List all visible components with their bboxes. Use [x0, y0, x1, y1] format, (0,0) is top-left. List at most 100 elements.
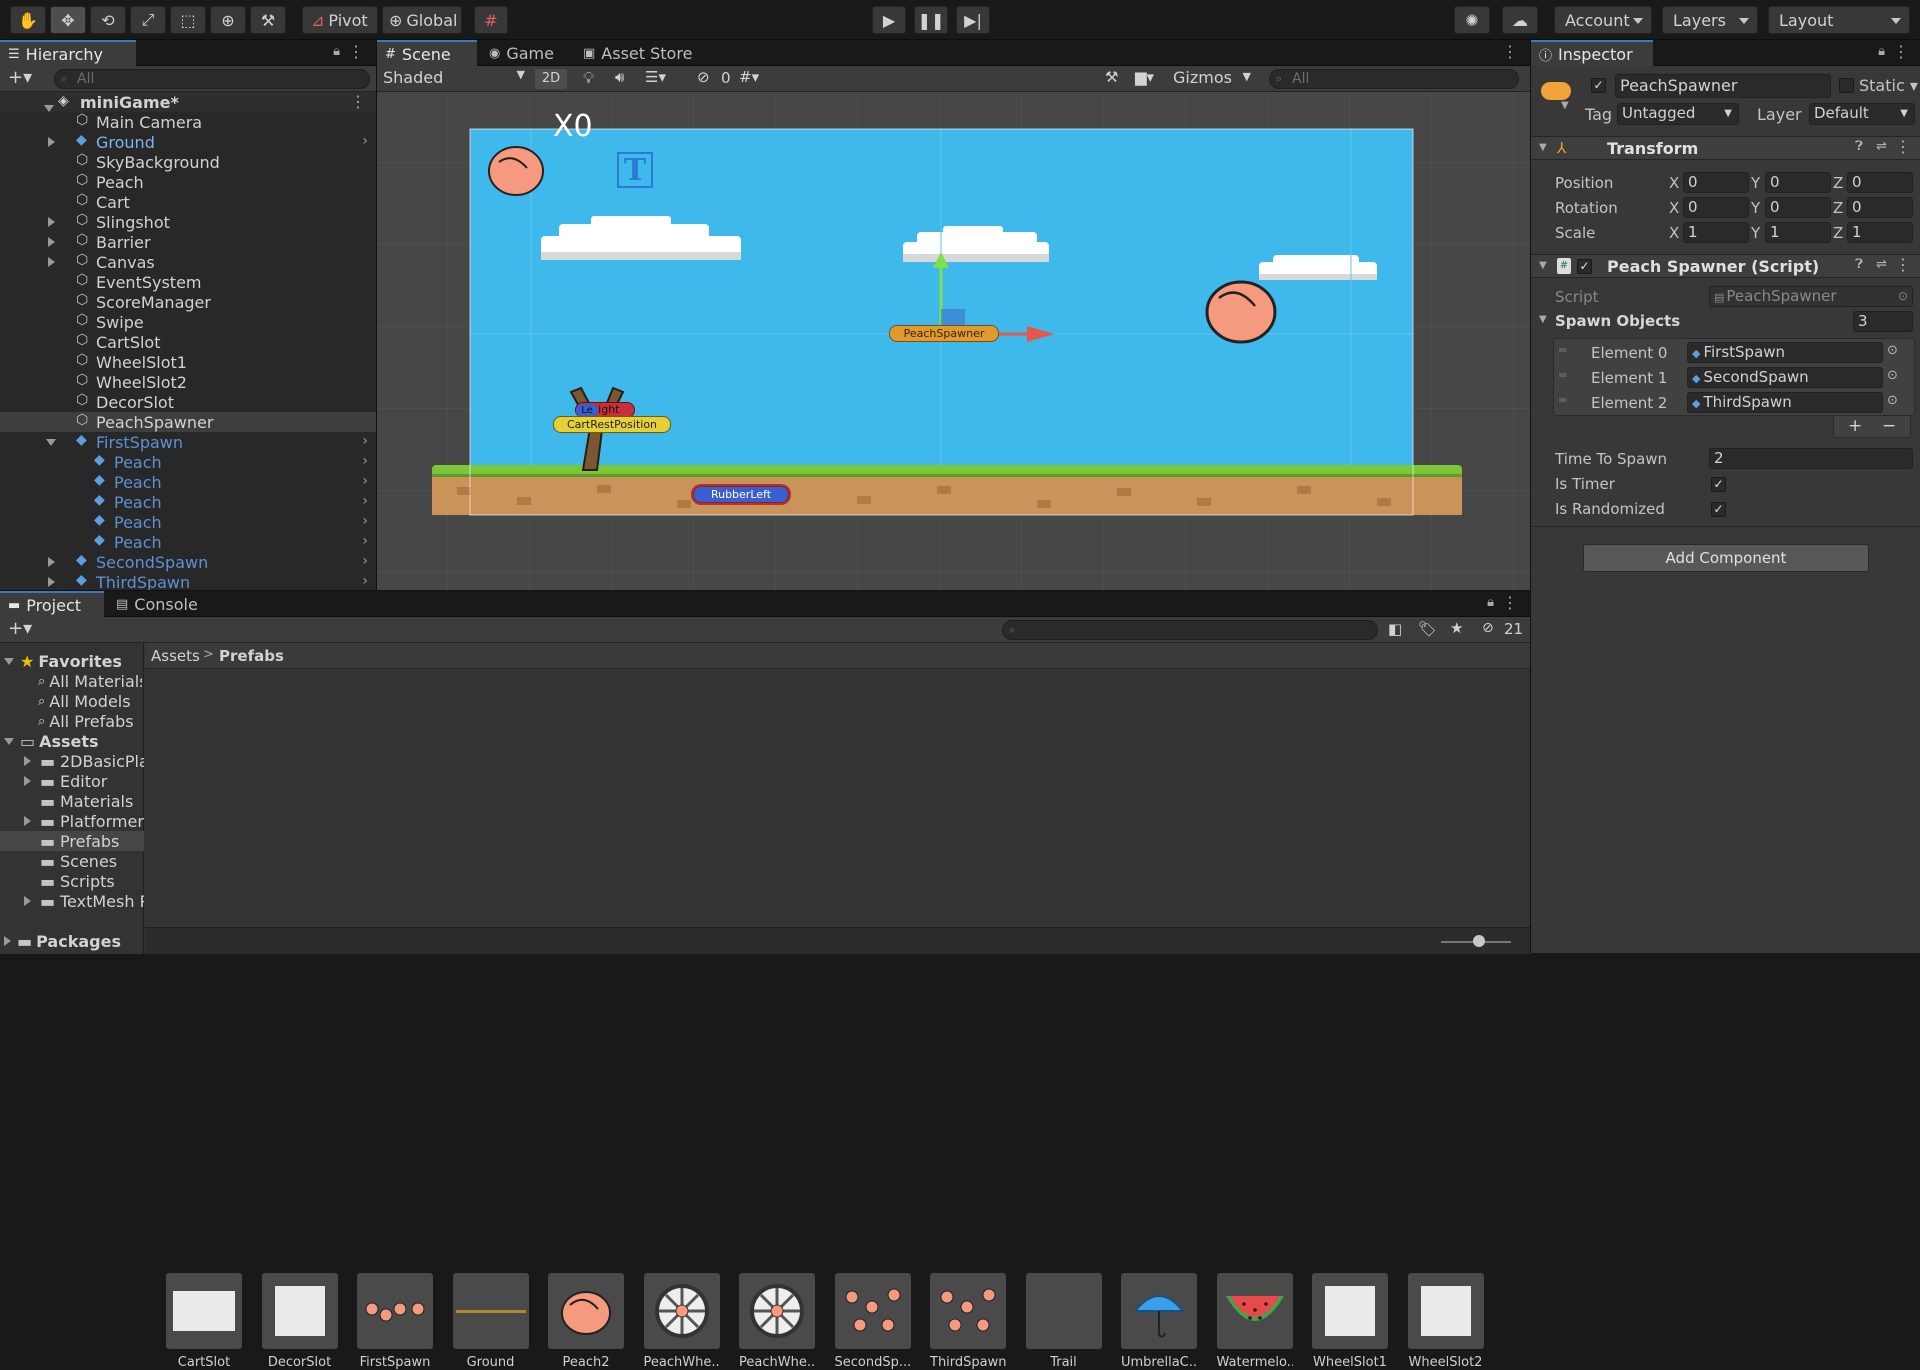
open-prefab-chevron-icon[interactable]: ›: [362, 573, 368, 589]
expand-arrow-icon[interactable]: [48, 137, 55, 147]
open-prefab-chevron-icon[interactable]: ›: [362, 133, 368, 149]
scene-search[interactable]: ⌕ All: [1269, 69, 1519, 89]
play-button[interactable]: ▶: [872, 6, 906, 34]
help-icon[interactable]: ❓︎: [1855, 139, 1863, 154]
tab-project[interactable]: ▬ Project: [0, 591, 104, 617]
tab-hierarchy[interactable]: ☰ Hierarchy: [0, 40, 136, 66]
project-search[interactable]: ⌕: [1002, 620, 1378, 640]
hierarchy-item[interactable]: ⬡ Swipe: [0, 312, 376, 333]
expand-arrow-icon[interactable]: [4, 737, 14, 745]
static-dropdown[interactable]: Static ▾: [1859, 76, 1918, 95]
grid-snap-button[interactable]: #: [474, 6, 508, 34]
object-icon[interactable]: [1541, 82, 1571, 100]
asset-item[interactable]: Ground: [452, 1273, 529, 1370]
expand-arrow-icon[interactable]: [48, 577, 55, 587]
add-object-button[interactable]: +▾: [8, 67, 32, 88]
pivot-toggle[interactable]: ⊿ Pivot: [302, 6, 378, 34]
add-component-button[interactable]: Add Component: [1583, 544, 1869, 572]
account-dropdown[interactable]: Account: [1554, 6, 1652, 34]
zoom-slider-handle[interactable]: [1473, 935, 1485, 947]
tab-asset-store[interactable]: ▣ Asset Store: [575, 40, 705, 66]
tab-inspector[interactable]: ⓘ Inspector: [1531, 40, 1653, 66]
expand-arrow-icon[interactable]: [24, 816, 31, 826]
element-object-field[interactable]: ◆ SecondSpawn: [1687, 367, 1883, 388]
hidden-packages-icon[interactable]: ⊘: [1482, 620, 1494, 636]
asset-item[interactable]: WheelSlot2: [1407, 1273, 1484, 1370]
move-tool-button[interactable]: ✥: [50, 6, 86, 34]
open-prefab-chevron-icon[interactable]: ›: [362, 513, 368, 529]
cart-rest-position-label[interactable]: CartRestPosition: [553, 416, 671, 433]
hierarchy-item[interactable]: ⬡ WheelSlot1: [0, 352, 376, 373]
hierarchy-item[interactable]: ⬡ WheelSlot2: [0, 372, 376, 393]
transform-x-field[interactable]: 0: [1683, 197, 1749, 218]
audio-icon[interactable]: 🔊︎: [615, 68, 624, 86]
hierarchy-item[interactable]: ⬡ CartSlot: [0, 332, 376, 353]
folder-item[interactable]: ▬ 2DBasicPla: [0, 751, 144, 771]
scene-row[interactable]: ◈ miniGame* ⋮: [0, 92, 376, 112]
asset-item[interactable]: PeachWhe...: [643, 1273, 720, 1370]
folder-item[interactable]: ▬ Scenes: [0, 851, 144, 871]
hierarchy-item[interactable]: ◆ Peach ›: [0, 532, 376, 553]
cloud-button[interactable]: ☁: [1502, 6, 1538, 34]
expand-arrow-icon[interactable]: [24, 776, 31, 786]
asset-item[interactable]: Trail: [1025, 1273, 1102, 1370]
object-picker-icon[interactable]: ⊙: [1887, 393, 1898, 408]
expand-arrow-icon[interactable]: [46, 439, 56, 446]
element-object-field[interactable]: ◆ ThirdSpawn: [1687, 392, 1883, 413]
camera-icon[interactable]: ▆▾: [1135, 68, 1154, 86]
lock-icon[interactable]: 🔒︎: [1487, 595, 1494, 610]
asset-item[interactable]: SecondSp...: [834, 1273, 911, 1370]
tab-console[interactable]: ▤ Console: [108, 591, 218, 617]
transform-y-field[interactable]: 0: [1765, 197, 1831, 218]
folder-item[interactable]: ▬Platformer T: [0, 811, 144, 831]
layers-dropdown[interactable]: Layers: [1662, 6, 1758, 34]
folder-item[interactable]: ▬ Editor: [0, 771, 144, 791]
expand-arrow-icon[interactable]: [48, 237, 55, 247]
asset-item[interactable]: Watermelo...: [1216, 1273, 1293, 1370]
hierarchy-item[interactable]: ⬡ Peach: [0, 172, 376, 193]
scene-menu-icon[interactable]: ⋮: [350, 92, 366, 111]
asset-item[interactable]: CartSlot: [166, 1273, 242, 1370]
layer-dropdown[interactable]: Default ▼: [1809, 103, 1915, 125]
pause-button[interactable]: ❚❚: [914, 6, 948, 34]
favorite-item[interactable]: ⌕ All Prefabs: [38, 711, 142, 731]
drag-handle-icon[interactable]: ═: [1559, 343, 1566, 357]
rect-tool-button[interactable]: ⬚: [170, 6, 206, 34]
hierarchy-item[interactable]: ◆ Peach ›: [0, 492, 376, 513]
favorite-item[interactable]: ⌕ All Models: [38, 691, 142, 711]
step-button[interactable]: ▶|: [956, 6, 990, 34]
rubber-left-label[interactable]: RubberLeft: [693, 486, 789, 503]
hierarchy-item[interactable]: ⬡ Canvas: [0, 252, 376, 272]
remove-element-button[interactable]: −: [1882, 416, 1896, 436]
expand-arrow-icon[interactable]: [4, 657, 14, 665]
tag-dropdown[interactable]: Untagged ▼: [1617, 103, 1739, 125]
panel-menu-icon[interactable]: ⋮: [1502, 593, 1518, 612]
breadcrumb-assets[interactable]: Assets: [151, 647, 200, 665]
rotate-tool-button[interactable]: ⟲: [90, 6, 126, 34]
effects-icon[interactable]: ☰▾: [645, 68, 666, 86]
expand-arrow-icon[interactable]: [48, 257, 55, 267]
asset-item[interactable]: ThirdSpawn: [930, 1273, 1006, 1370]
component-enabled-checkbox[interactable]: ✓: [1577, 259, 1592, 274]
favorites-row[interactable]: ★ Favorites: [4, 651, 122, 671]
preset-icon[interactable]: ⇌: [1876, 139, 1887, 154]
shading-dropdown[interactable]: Shaded ▼: [383, 68, 529, 89]
tab-game[interactable]: ◉ Game: [481, 40, 571, 66]
assets-root-row[interactable]: ▭ Assets: [4, 731, 99, 751]
panel-menu-icon[interactable]: ⋮: [1893, 42, 1909, 61]
time-to-spawn-field[interactable]: 2: [1709, 448, 1913, 469]
lock-icon[interactable]: 🔒︎: [1878, 44, 1885, 59]
hierarchy-item[interactable]: ◆ ThirdSpawn ›: [0, 572, 376, 592]
expand-arrow-icon[interactable]: [44, 105, 54, 112]
spawn-count-field[interactable]: 3: [1853, 311, 1913, 332]
transform-y-field[interactable]: 1: [1765, 222, 1831, 243]
hierarchy-item[interactable]: ⬡ EventSystem: [0, 272, 376, 293]
tools-icon[interactable]: ⚒: [1105, 68, 1118, 86]
expand-arrow-icon[interactable]: [24, 896, 31, 906]
expand-arrow-icon[interactable]: [24, 756, 31, 766]
hierarchy-item[interactable]: ◆ SecondSpawn ›: [0, 552, 376, 572]
scene-viewport[interactable]: T X0 PeachSpawner Right Le CartRestPosit…: [377, 92, 1530, 590]
lock-icon[interactable]: 🔒︎: [333, 44, 340, 59]
transform-header[interactable]: ▼ ⅄ Transform ❓︎ ⇌ ⋮: [1531, 136, 1920, 160]
favorite-item[interactable]: ⌕ All Materials: [38, 671, 142, 691]
